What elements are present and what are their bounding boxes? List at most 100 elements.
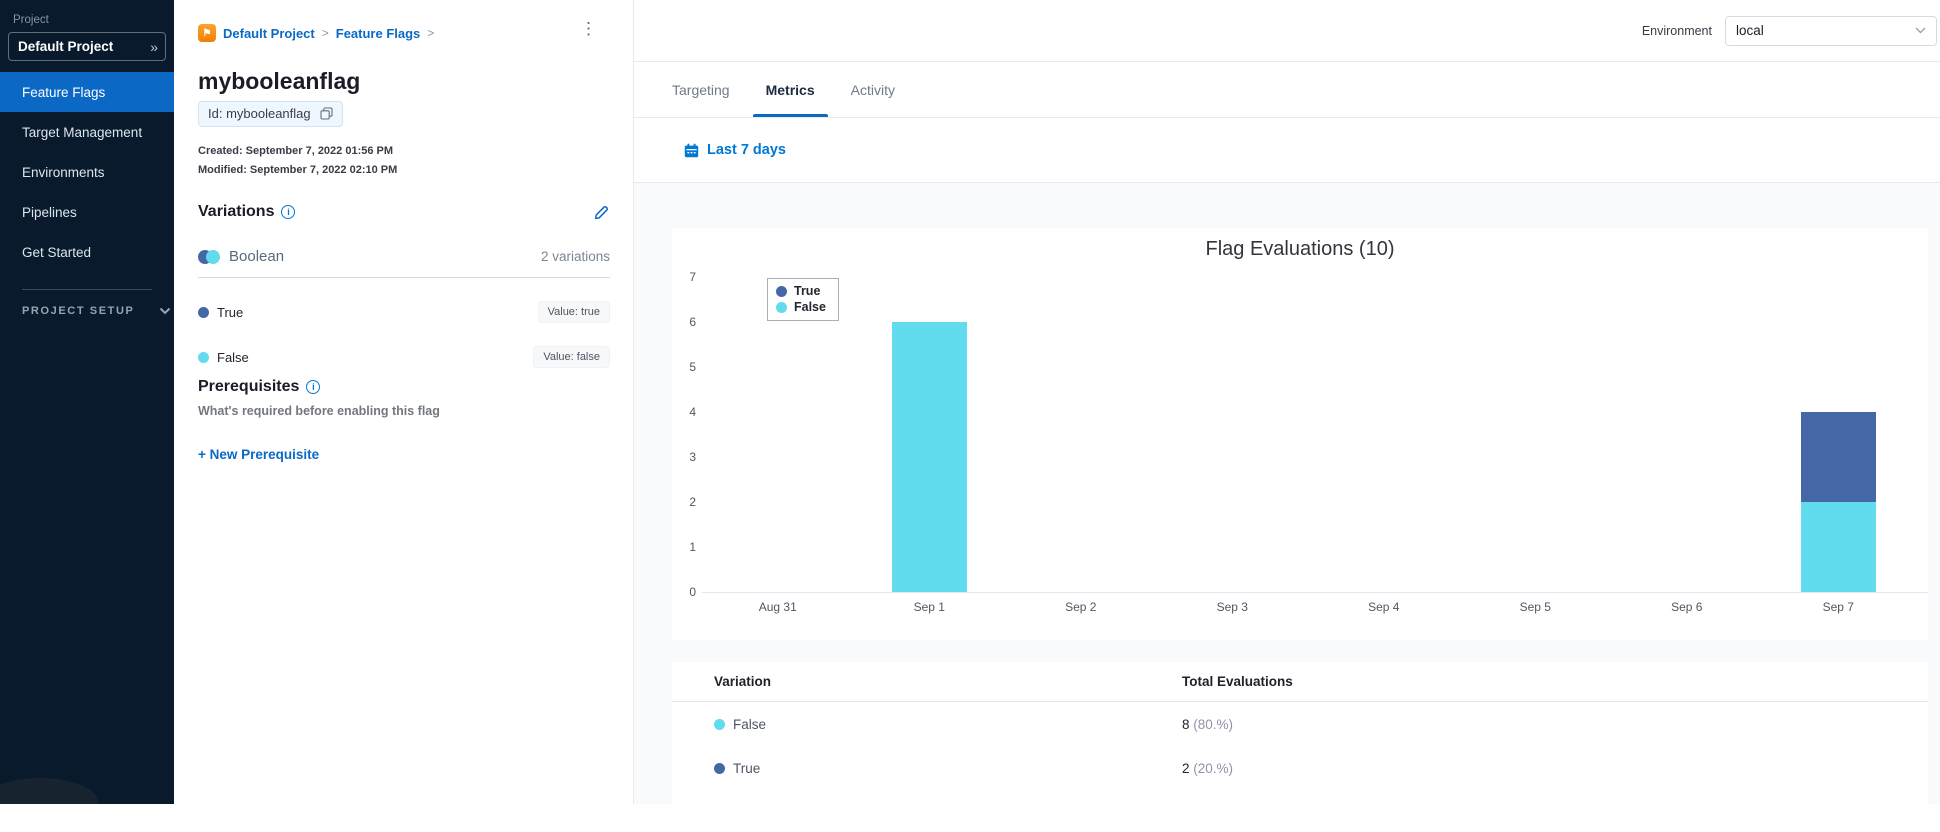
info-icon[interactable]: i xyxy=(306,380,321,394)
y-axis-tick: 2 xyxy=(689,495,696,509)
sidebar-item-get-started[interactable]: Get Started xyxy=(0,232,174,272)
chevron-down-icon xyxy=(1915,27,1926,34)
flag-title: mybooleanflag xyxy=(198,68,361,94)
x-axis-label: Aug 31 xyxy=(758,600,797,614)
table-row: True 2 (20.%) xyxy=(672,746,1928,790)
variation-row-true: True Value: true xyxy=(198,301,610,323)
prerequisites-description: What's required before enabling this fla… xyxy=(198,404,440,418)
tabs: Targeting Metrics Activity xyxy=(634,62,1940,118)
row-variation-name: True xyxy=(733,760,761,776)
flag-options-menu-icon[interactable]: ⋮ xyxy=(580,20,597,37)
y-axis-tick: 3 xyxy=(689,450,696,464)
table-row: False 8 (80.%) xyxy=(672,702,1928,746)
project-label: Project xyxy=(13,14,49,26)
bar-sep-7 xyxy=(1800,412,1876,592)
environment-select[interactable]: local xyxy=(1725,15,1937,46)
variation-row-false: False Value: false xyxy=(198,346,610,368)
breadcrumb-project-link[interactable]: Default Project xyxy=(223,26,315,41)
metrics-toolbar: Last 7 days xyxy=(634,118,1940,183)
y-axis-tick: 0 xyxy=(689,585,696,599)
true-variation-dot xyxy=(198,306,209,318)
breadcrumb-separator: > xyxy=(427,26,435,40)
chart-plot: Aug 31 Sep 1 Sep 2 Sep 3 Sep 4 Sep 5 Sep 6 Sep … xyxy=(702,228,1914,614)
breadcrumb-feature-flags-link[interactable]: Feature Flags xyxy=(336,26,421,41)
x-axis-label: Sep 2 xyxy=(1065,600,1097,614)
tab-targeting[interactable]: Targeting xyxy=(672,62,730,117)
project-setup-toggle[interactable]: PROJECT SETUP xyxy=(22,305,174,317)
tab-metrics[interactable]: Metrics xyxy=(752,62,828,117)
chevron-down-icon xyxy=(159,307,170,315)
sidebar-divider xyxy=(22,289,152,290)
sidebar: Project Default Project » Feature Flags … xyxy=(0,0,174,804)
row-total: 8 (80.%) xyxy=(1182,716,1234,732)
sidebar-item-environments[interactable]: Environments xyxy=(0,152,174,192)
row-percent: (20.%) xyxy=(1193,760,1234,776)
row-percent: (80.%) xyxy=(1193,716,1234,732)
variation-name: False xyxy=(217,349,249,365)
metrics-content: Flag Evaluations (10) True False Aug 31 S… xyxy=(634,183,1940,832)
info-icon[interactable]: i xyxy=(281,205,296,219)
false-variation-dot xyxy=(714,718,725,730)
environment-value: local xyxy=(1736,23,1764,38)
sidebar-item-target-management[interactable]: Target Management xyxy=(0,112,174,152)
edit-variations-button[interactable] xyxy=(593,204,610,221)
row-total: 2 (20.%) xyxy=(1182,760,1234,776)
table-header: Variation Total Evaluations xyxy=(672,662,1928,702)
flag-evaluations-chart: Flag Evaluations (10) True False Aug 31 S… xyxy=(672,228,1928,640)
sidebar-item-pipelines[interactable]: Pipelines xyxy=(0,192,174,232)
project-setup-label: PROJECT SETUP xyxy=(22,305,135,317)
breadcrumb: ⚑ Default Project > Feature Flags > xyxy=(198,24,434,42)
y-axis-tick: 5 xyxy=(689,360,696,374)
flag-dates: Created: September 7, 2022 01:56 PM Modi… xyxy=(198,142,397,180)
x-axis-label: Sep 6 xyxy=(1671,600,1703,614)
project-selector[interactable]: Default Project » xyxy=(8,32,166,61)
divider xyxy=(198,277,610,278)
sidebar-nav: Feature Flags Target Management Environm… xyxy=(0,72,174,272)
x-axis-label: Sep 1 xyxy=(913,600,945,614)
feature-flag-logo-icon: ⚑ xyxy=(198,24,216,42)
calendar-icon xyxy=(684,143,699,157)
y-axis-tick: 6 xyxy=(689,315,696,329)
date-range-label: Last 7 days xyxy=(707,142,786,158)
flag-detail-panel: ⚑ Default Project > Feature Flags > ⋮ my… xyxy=(174,0,634,804)
bar-sep-1 xyxy=(891,322,967,592)
y-axis-tick: 1 xyxy=(689,540,696,554)
y-axis-tick: 4 xyxy=(689,405,696,419)
project-selector-value: Default Project xyxy=(18,39,114,54)
variations-section: Variations i Boolean 2 variations True V… xyxy=(198,203,610,368)
row-variation-name: False xyxy=(733,716,767,732)
copy-icon[interactable] xyxy=(320,107,333,120)
tab-activity[interactable]: Activity xyxy=(851,62,895,117)
variations-heading: Variations xyxy=(198,203,275,220)
boolean-type-icon xyxy=(198,249,220,264)
environment-label: Environment xyxy=(1641,23,1712,38)
variation-type-label: Boolean xyxy=(229,248,285,265)
bar-segment-true xyxy=(1800,412,1876,502)
prerequisites-section: Prerequisites i What's required before e… xyxy=(198,378,610,464)
y-axis-tick: 7 xyxy=(689,270,696,284)
x-axis-label: Sep 5 xyxy=(1519,600,1551,614)
topbar: Environment local xyxy=(634,0,1940,62)
variation-count: 2 variations xyxy=(540,249,610,264)
true-variation-dot xyxy=(714,762,725,774)
new-prerequisite-button[interactable]: + New Prerequisite xyxy=(198,447,319,462)
expand-sidebar-icon[interactable]: » xyxy=(150,39,158,55)
flag-created: Created: September 7, 2022 01:56 PM xyxy=(198,145,394,157)
bar-segment-false xyxy=(1800,502,1876,592)
flag-id-chip[interactable]: Id: mybooleanflag xyxy=(198,101,343,127)
x-axis-line xyxy=(702,592,1928,593)
bar-segment-false xyxy=(891,322,967,592)
help-bubble[interactable] xyxy=(0,778,98,804)
false-variation-dot xyxy=(198,351,209,363)
sidebar-item-feature-flags[interactable]: Feature Flags xyxy=(0,72,174,112)
date-range-picker[interactable]: Last 7 days xyxy=(684,142,786,158)
flag-id-text: Id: mybooleanflag xyxy=(208,106,311,121)
column-total-evaluations: Total Evaluations xyxy=(1182,674,1293,689)
main-panel: Environment local Targeting Metrics Acti… xyxy=(634,0,1940,832)
x-axis-label: Sep 7 xyxy=(1822,600,1854,614)
flag-modified: Modified: September 7, 2022 02:10 PM xyxy=(198,164,398,176)
variation-value-chip: Value: true xyxy=(537,301,610,323)
evaluations-table: Variation Total Evaluations False 8 (80.… xyxy=(672,662,1928,832)
column-variation: Variation xyxy=(714,674,772,689)
x-axis-label: Sep 3 xyxy=(1216,600,1248,614)
